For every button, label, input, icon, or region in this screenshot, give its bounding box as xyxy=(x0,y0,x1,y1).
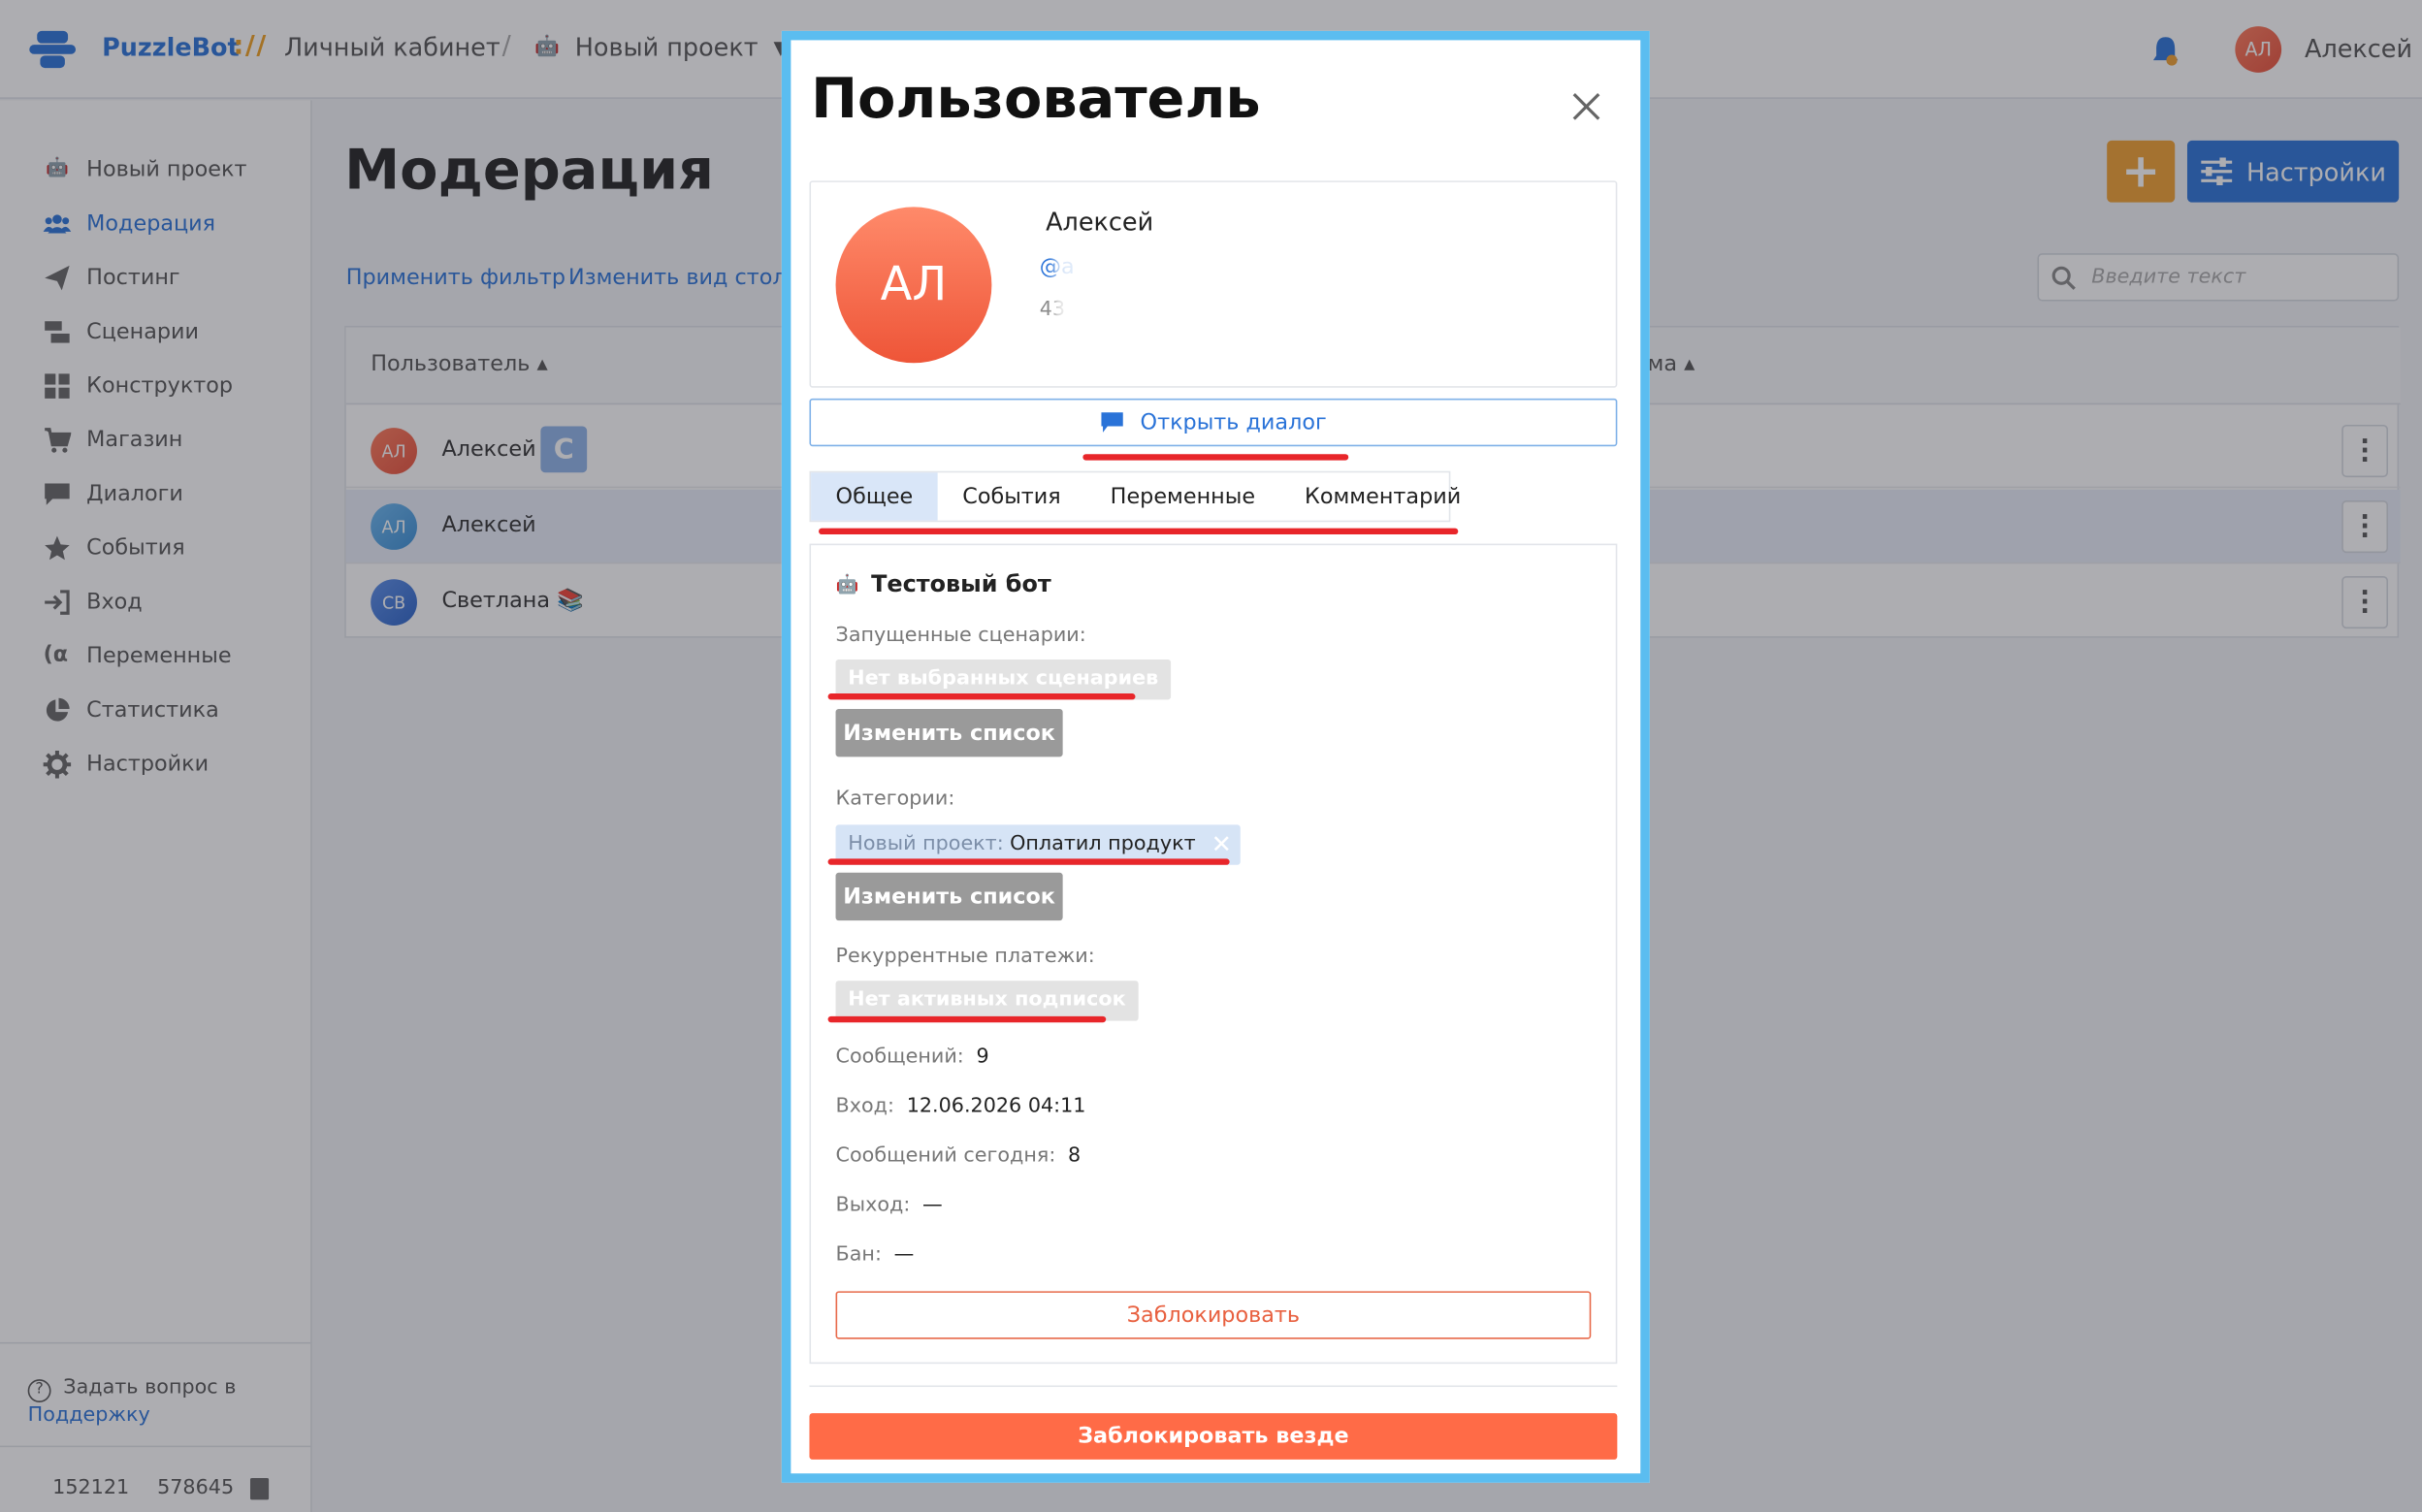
open-dialog-button[interactable]: Открыть диалог xyxy=(809,398,1618,447)
tab-comment[interactable]: Комментарий xyxy=(1280,472,1486,520)
change-scenarios-button[interactable]: Изменить список xyxy=(835,708,1063,757)
stat-exit: Выход: — xyxy=(835,1194,943,1217)
divider xyxy=(809,1385,1618,1388)
highlight-underline xyxy=(1082,454,1349,461)
stat-messages: Сообщений: 9 xyxy=(835,1046,989,1070)
bot-title: 🤖 Тестовый бот xyxy=(835,569,1051,598)
bot-icon: 🤖 xyxy=(835,572,859,595)
modal-title: Пользователь xyxy=(811,68,1261,132)
privacy-blur xyxy=(1054,241,1151,338)
modal-tabs: Общее События Переменные Комментарий xyxy=(809,470,1461,523)
block-everywhere-button[interactable]: Заблокировать везде xyxy=(809,1413,1618,1460)
scenarios-label: Запущенные сценарии: xyxy=(835,624,1086,648)
chat-icon xyxy=(1101,412,1124,433)
tab-general[interactable]: Общее xyxy=(811,472,938,521)
change-categories-button[interactable]: Изменить список xyxy=(835,872,1063,921)
block-button[interactable]: Заблокировать xyxy=(835,1291,1592,1339)
general-panel: 🤖 Тестовый бот Запущенные сценарии: Нет … xyxy=(809,543,1618,1365)
user-modal: Пользователь АЛ Алексей @a 43 Открыть ди… xyxy=(781,30,1650,1483)
recurrent-label: Рекуррентные платежи: xyxy=(835,945,1095,969)
user-card: АЛ Алексей @a 43 xyxy=(809,180,1618,388)
highlight-underline xyxy=(819,528,1459,535)
highlight-underline xyxy=(827,1015,1107,1023)
tab-events[interactable]: События xyxy=(938,472,1085,520)
user-name: Алексей xyxy=(1046,207,1154,237)
recurrent-chip: Нет активных подписок xyxy=(835,981,1139,1021)
categories-label: Категории: xyxy=(835,788,955,812)
stat-messages-today: Сообщений сегодня: 8 xyxy=(835,1144,1082,1168)
close-icon[interactable] xyxy=(1564,83,1610,130)
tab-variables[interactable]: Переменные xyxy=(1085,472,1279,520)
stat-login: Вход: 12.06.2026 04:11 xyxy=(835,1095,1086,1118)
highlight-underline xyxy=(827,858,1230,865)
stat-ban: Бан: — xyxy=(835,1242,915,1267)
highlight-underline xyxy=(827,693,1136,700)
avatar: АЛ xyxy=(835,207,992,364)
